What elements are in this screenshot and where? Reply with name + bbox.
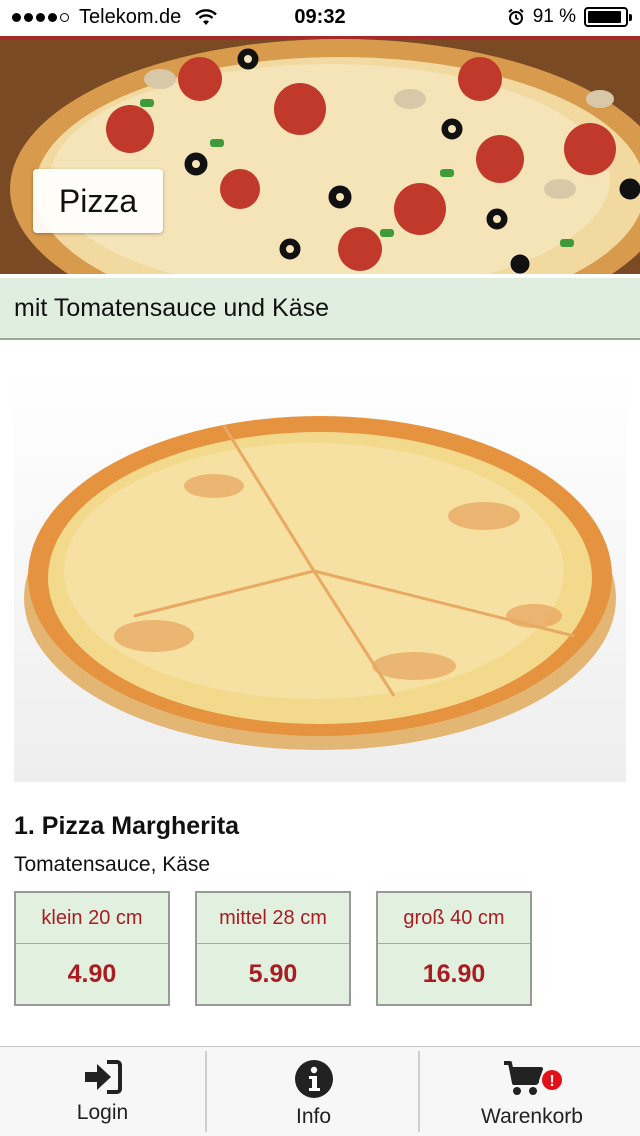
login-icon [84,1060,122,1094]
size-option-small-button[interactable]: klein 20 cm 4.90 [14,891,170,1006]
product-description: Tomatensauce, Käse [14,853,211,876]
alarm-icon [508,8,524,25]
info-icon [294,1060,333,1098]
tab-label: Warenkorb [481,1105,583,1128]
category-hero-image: Pizza [0,39,640,274]
status-bar: Telekom.de 09:32 91 % [0,0,640,36]
bottom-tab-bar: Login Info ! Warenkorb [0,1046,640,1136]
cart-icon: ! [504,1061,562,1095]
category-subtitle: mit Tomatensauce und Käse [0,278,640,340]
tab-divider [418,1051,420,1132]
size-label: groß 40 cm [378,893,530,944]
size-options: klein 20 cm 4.90 mittel 28 cm 5.90 groß … [14,891,532,1006]
tab-label: Info [295,1105,332,1128]
size-price: 16.90 [422,959,486,988]
tab-login[interactable]: Login [0,1047,205,1136]
system-status: 91 % [507,6,632,28]
pizza-margherita-illustration [24,416,616,750]
cart-badge-text: ! [549,1073,554,1090]
product-image [14,366,626,782]
category-label: Pizza [33,169,163,233]
size-option-medium-button[interactable]: mittel 28 cm 5.90 [195,891,351,1006]
size-option-large-button[interactable]: groß 40 cm 16.90 [376,891,532,1006]
size-price: 5.90 [248,959,298,988]
tab-info[interactable]: Info [207,1047,420,1136]
tab-cart[interactable]: ! Warenkorb [422,1047,640,1136]
tab-label: Login [76,1101,129,1124]
size-price: 4.90 [67,959,117,988]
size-label: klein 20 cm [16,893,168,944]
size-label: mittel 28 cm [197,893,349,944]
pizza-hero-illustration [0,39,640,274]
battery-percentage: 91 % [532,6,576,27]
product-title: 1. Pizza Margherita [14,812,240,840]
battery-icon [584,7,632,27]
